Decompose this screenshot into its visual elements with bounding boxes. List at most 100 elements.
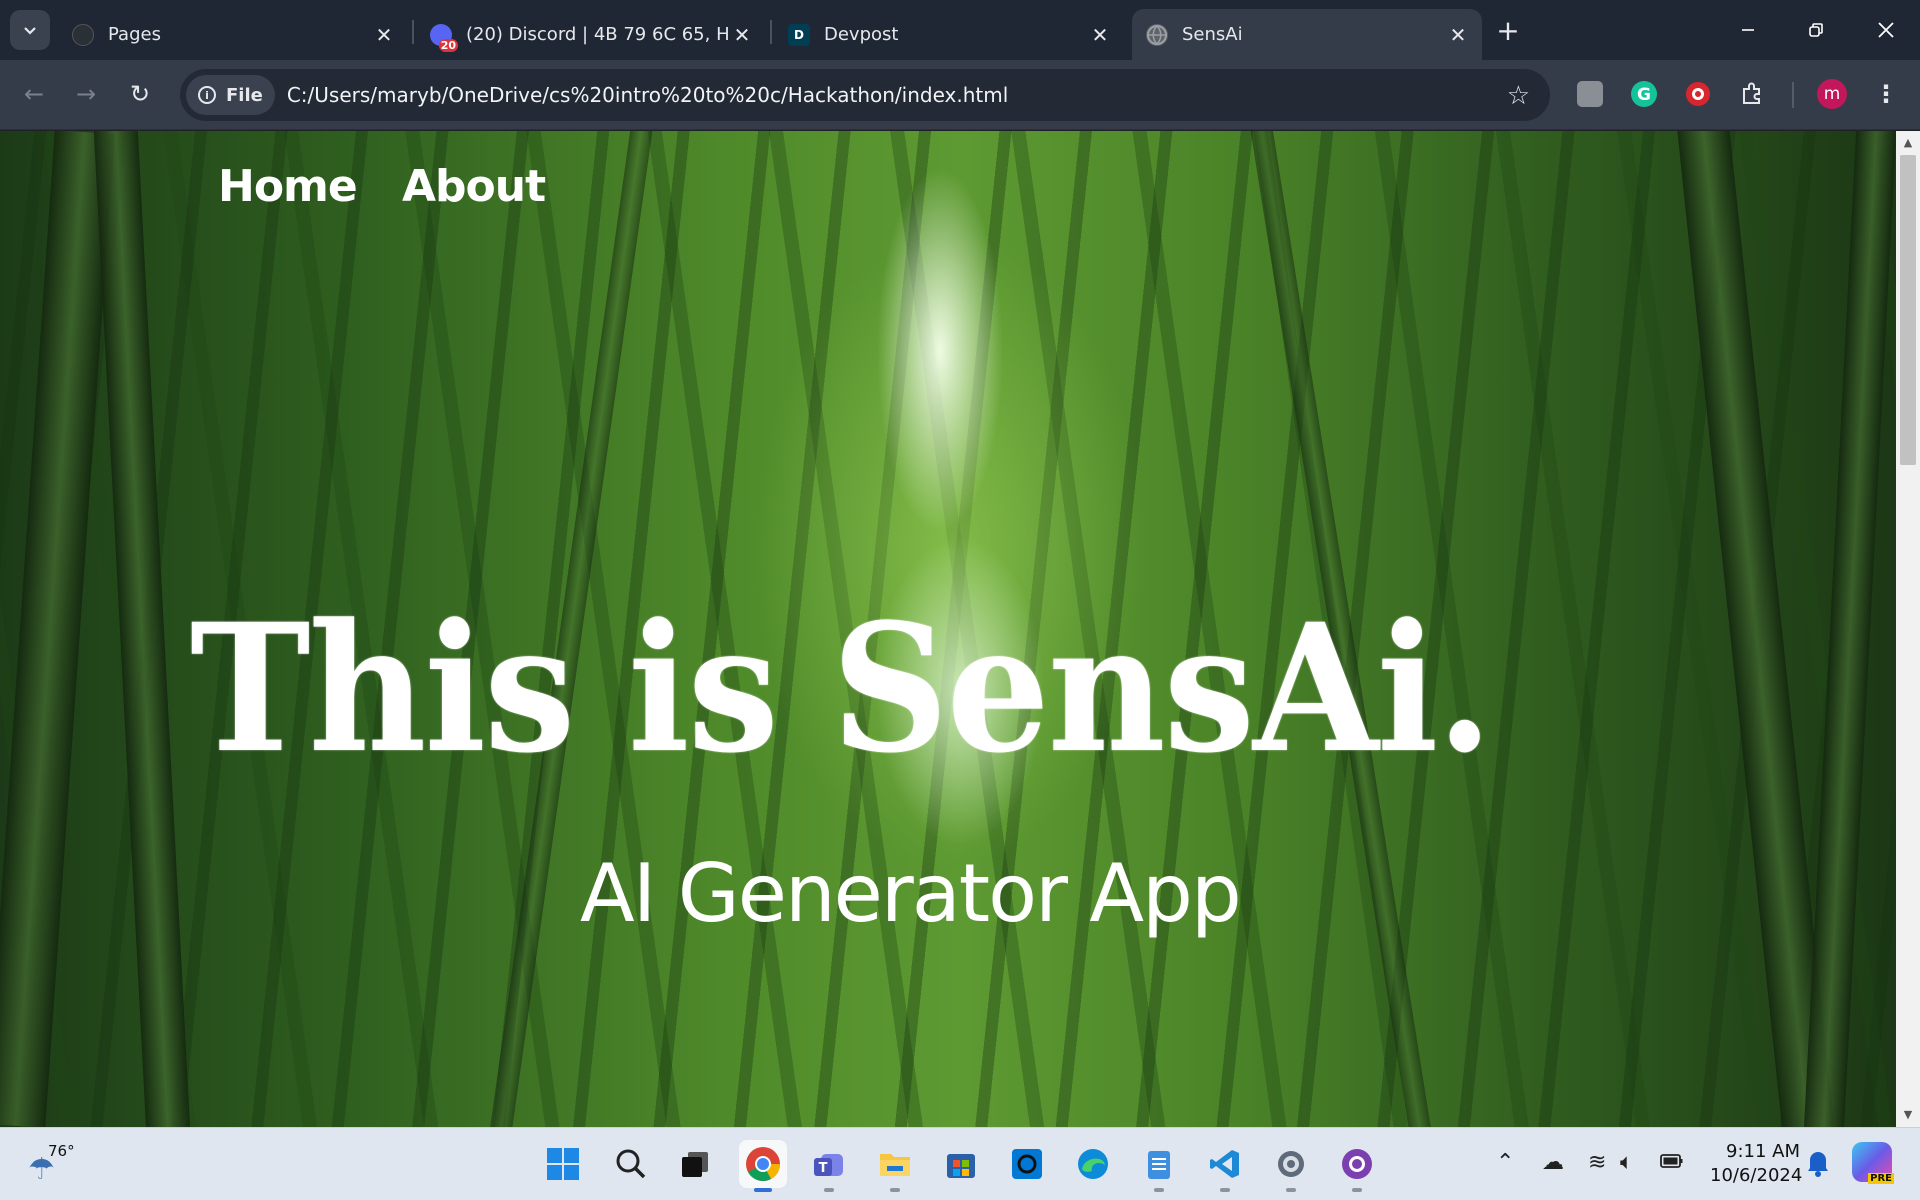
url-text[interactable]: C:/Users/maryb/OneDrive/cs%20intro%20to%… [287, 83, 1008, 107]
tab-sensai[interactable]: SensAi ✕ [1132, 9, 1482, 60]
profile-button[interactable]: m [1814, 76, 1850, 112]
running-indicator [890, 1188, 900, 1192]
background-bamboo [0, 131, 115, 1127]
start-button[interactable] [539, 1140, 587, 1188]
taskbar-edge[interactable] [1069, 1140, 1117, 1188]
nav-home-link[interactable]: Home [218, 161, 358, 212]
task-view-button[interactable] [671, 1140, 719, 1188]
store-icon [947, 1154, 975, 1178]
taskbar-notepad[interactable] [1135, 1140, 1183, 1192]
devpost-icon: D [788, 23, 810, 46]
taskbar-app[interactable] [1003, 1140, 1051, 1188]
tab-search-button[interactable] [10, 10, 50, 50]
taskbar-vscode[interactable] [1201, 1140, 1249, 1192]
copilot-button[interactable]: PRE [1852, 1142, 1894, 1184]
puzzle-icon [1743, 82, 1760, 104]
close-icon[interactable]: ✕ [1446, 23, 1470, 47]
gear-icon [1686, 82, 1710, 106]
copilot-preview-badge: PRE [1868, 1173, 1894, 1184]
bell-icon [1808, 1152, 1828, 1177]
taskbar: ☂ 76° T ⌃ ☁ ≋ 🔈︎ 9:11 AM 10/6/2024 PRE [0, 1127, 1920, 1200]
taskbar-store[interactable] [937, 1140, 985, 1188]
plus-icon: + [1496, 13, 1520, 47]
taskbar-search-button[interactable] [607, 1140, 655, 1188]
taskbar-file-explorer[interactable] [871, 1140, 919, 1192]
hero-title: This is SensAi. [190, 585, 1493, 792]
close-icon[interactable]: ✕ [372, 23, 396, 47]
app-icon [1012, 1149, 1042, 1179]
weather-temperature: 76° [48, 1142, 75, 1160]
tab-discord[interactable]: 20 (20) Discord | 4B 79 6C 65, Hale ✕ [416, 9, 766, 60]
volume-icon[interactable]: 🔈︎ [1620, 1150, 1633, 1175]
running-indicator [754, 1188, 772, 1192]
extension-icon [1577, 81, 1603, 107]
settings-icon [1278, 1151, 1304, 1177]
tab-title: Pages [108, 24, 161, 45]
browser-menu-button[interactable]: ⋮ [1868, 76, 1904, 112]
restore-icon [1809, 23, 1823, 37]
close-icon[interactable]: ✕ [730, 23, 754, 47]
scroll-thumb[interactable] [1900, 155, 1916, 465]
wifi-icon[interactable]: ≋ [1588, 1150, 1606, 1175]
page-viewport: Home About This is SensAi. AI Generator … [0, 131, 1920, 1127]
running-indicator [1286, 1188, 1296, 1192]
chevron-down-icon [24, 27, 36, 35]
chrome-icon [746, 1147, 780, 1181]
reload-icon: ↻ [129, 80, 151, 108]
scroll-up-icon[interactable]: ▲ [1902, 137, 1914, 149]
github-icon [72, 23, 94, 46]
search-icon [616, 1149, 646, 1179]
tab-devpost[interactable]: D Devpost ✕ [774, 9, 1124, 60]
extensions-menu-button[interactable] [1734, 76, 1770, 112]
tab-divider [412, 20, 414, 44]
tab-strip: Pages ✕ 20 (20) Discord | 4B 79 6C 65, H… [0, 0, 1920, 60]
arrow-right-icon: → [75, 80, 97, 108]
close-window-button[interactable] [1858, 8, 1914, 52]
extension-red-button[interactable] [1680, 76, 1716, 112]
taskbar-teams[interactable]: T [805, 1140, 853, 1192]
toolbar-divider [1792, 82, 1794, 108]
hero-subtitle: AI Generator App [580, 847, 1242, 940]
running-indicator [1220, 1188, 1230, 1192]
close-icon [1878, 22, 1894, 38]
tab-pages[interactable]: Pages ✕ [58, 9, 408, 60]
nav-about-link[interactable]: About [402, 161, 546, 212]
notepad-icon [1148, 1151, 1170, 1179]
task-view-icon [682, 1152, 708, 1177]
grammarly-button[interactable]: G [1626, 76, 1662, 112]
system-clock[interactable]: 9:11 AM 10/6/2024 [1710, 1140, 1802, 1188]
reload-button[interactable]: ↻ [120, 74, 160, 114]
new-tab-button[interactable]: + [1492, 13, 1524, 47]
running-indicator [1352, 1188, 1362, 1192]
address-bar[interactable]: i File C:/Users/maryb/OneDrive/cs%20intr… [180, 69, 1550, 121]
arrow-left-icon: ← [23, 80, 45, 108]
tab-title: (20) Discord | 4B 79 6C 65, Hale [466, 24, 730, 45]
background-bamboo [1802, 131, 1898, 1127]
extension-button[interactable] [1572, 76, 1608, 112]
weather-widget[interactable]: ☂ 76° [28, 1142, 88, 1188]
show-hidden-icons[interactable]: ⌃ [1496, 1150, 1514, 1175]
teams-icon: T [814, 1154, 843, 1176]
vscode-icon [1210, 1150, 1239, 1178]
taskbar-chrome[interactable] [739, 1140, 787, 1192]
battery-icon[interactable] [1660, 1150, 1684, 1175]
scroll-down-icon[interactable]: ▼ [1902, 1109, 1914, 1121]
bookmark-star-icon[interactable]: ☆ [1507, 81, 1530, 111]
restore-button[interactable] [1788, 8, 1844, 52]
page-scrollbar[interactable]: ▲ ▼ [1896, 131, 1920, 1127]
forward-button[interactable]: → [66, 74, 106, 114]
onedrive-icon[interactable]: ☁ [1542, 1150, 1564, 1175]
github-desktop-icon [1342, 1149, 1372, 1179]
taskbar-github-desktop[interactable] [1333, 1140, 1381, 1192]
site-info-chip[interactable]: i File [186, 75, 275, 115]
minimize-button[interactable] [1720, 8, 1776, 52]
browser-toolbar: ← → ↻ i File C:/Users/maryb/OneDrive/cs%… [0, 60, 1920, 130]
minimize-icon [1742, 29, 1754, 31]
grammarly-icon: G [1631, 81, 1657, 107]
back-button[interactable]: ← [14, 74, 54, 114]
globe-icon [1146, 23, 1168, 46]
notifications-button[interactable] [1806, 1148, 1830, 1178]
close-icon[interactable]: ✕ [1088, 23, 1112, 47]
info-icon: i [198, 86, 216, 104]
taskbar-settings[interactable] [1267, 1140, 1315, 1192]
